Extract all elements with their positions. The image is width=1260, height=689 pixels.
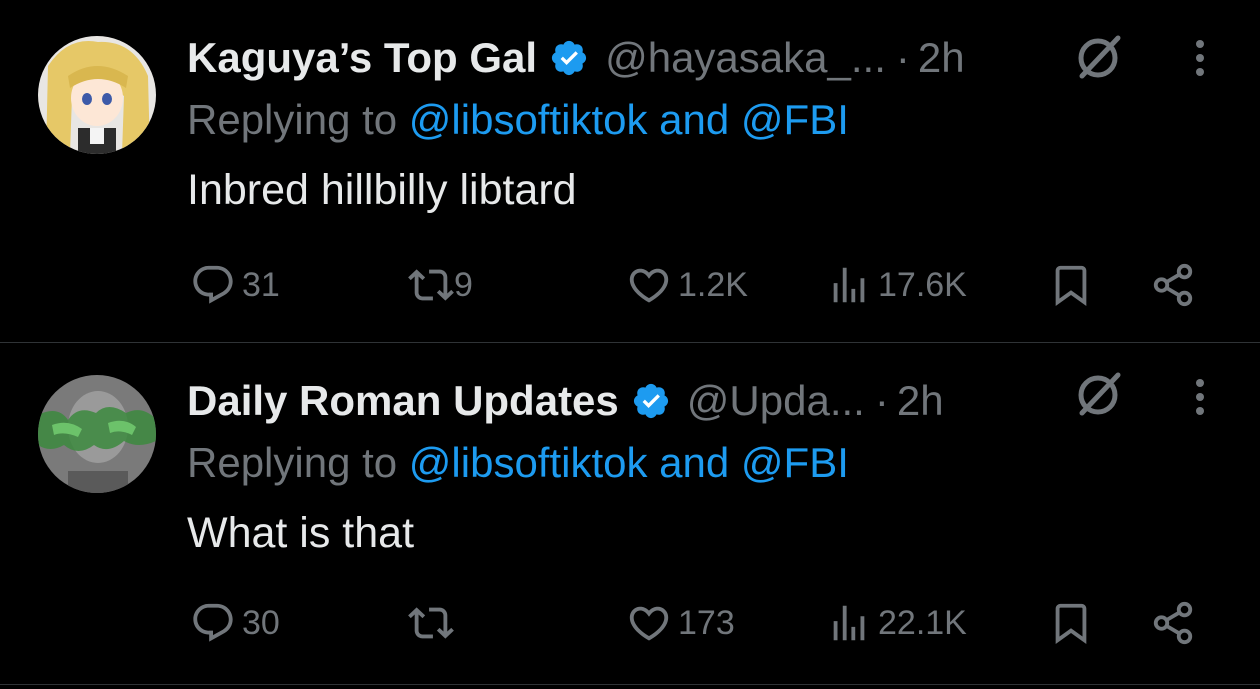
share-button[interactable] [1150, 593, 1196, 653]
more-icon[interactable] [1182, 369, 1218, 425]
author-name[interactable]: Kaguya’s Top Gal [187, 34, 537, 82]
reply-prefix: Replying to [187, 96, 409, 143]
separator-dot: · [895, 34, 910, 81]
reply-icon [193, 265, 233, 304]
like-icon [629, 268, 669, 303]
replying-to: Replying to @libsoftiktok and @FBI [187, 96, 849, 144]
repost-icon [408, 269, 454, 301]
bookmark-button[interactable] [1048, 593, 1094, 653]
repost-button[interactable] [408, 593, 454, 653]
like-button[interactable]: 173 [626, 593, 735, 653]
reply-targets-link[interactable]: @libsoftiktok and @FBI [409, 96, 849, 143]
verified-badge-icon [633, 383, 668, 419]
repost-count: 9 [454, 265, 473, 304]
verified-badge-icon [551, 40, 587, 76]
views-button[interactable]: 17.6K [826, 255, 967, 315]
share-icon [1153, 601, 1193, 645]
author-name[interactable]: Daily Roman Updates [187, 377, 619, 425]
reply-button[interactable]: 31 [190, 255, 280, 315]
share-button[interactable] [1150, 255, 1196, 315]
tweet-1[interactable]: Kaguya’s Top Gal @hayasaka_... · 2h Repl… [0, 0, 1260, 342]
reply-count: 30 [242, 603, 280, 642]
views-button[interactable]: 22.1K [826, 593, 967, 653]
timestamp[interactable]: 2h [918, 34, 965, 82]
author-handle[interactable]: @hayasaka_... [605, 34, 886, 82]
views-count: 22.1K [878, 603, 967, 642]
like-icon [629, 606, 669, 641]
views-count: 17.6K [878, 265, 967, 304]
tweet-text: Inbred hillbilly libtard [187, 166, 577, 214]
views-icon [833, 267, 865, 303]
reply-count: 31 [242, 265, 280, 304]
tweet-divider [0, 684, 1260, 685]
bookmark-button[interactable] [1048, 255, 1094, 315]
tweet-text: What is that [187, 509, 415, 557]
repost-button[interactable]: 9 [408, 255, 473, 315]
reply-icon [193, 603, 233, 642]
more-icon[interactable] [1182, 30, 1218, 86]
bookmark-icon [1055, 603, 1087, 644]
timestamp[interactable]: 2h [897, 377, 944, 425]
like-count: 1.2K [678, 265, 748, 304]
like-button[interactable]: 1.2K [626, 255, 748, 315]
reply-button[interactable]: 30 [190, 593, 280, 653]
avatar[interactable] [38, 375, 156, 493]
like-count: 173 [678, 603, 735, 642]
bookmark-icon [1055, 265, 1087, 306]
reply-targets-link[interactable]: @libsoftiktok and @FBI [409, 439, 849, 486]
grok-icon[interactable] [1072, 369, 1124, 421]
avatar[interactable] [38, 36, 156, 154]
separator-dot: · [874, 377, 889, 424]
grok-icon[interactable] [1072, 32, 1124, 84]
author-handle[interactable]: @Upda... [687, 377, 865, 425]
reply-prefix: Replying to [187, 439, 409, 486]
repost-icon [408, 607, 454, 639]
views-icon [833, 605, 865, 641]
share-icon [1153, 263, 1193, 307]
replying-to: Replying to @libsoftiktok and @FBI [187, 439, 849, 487]
